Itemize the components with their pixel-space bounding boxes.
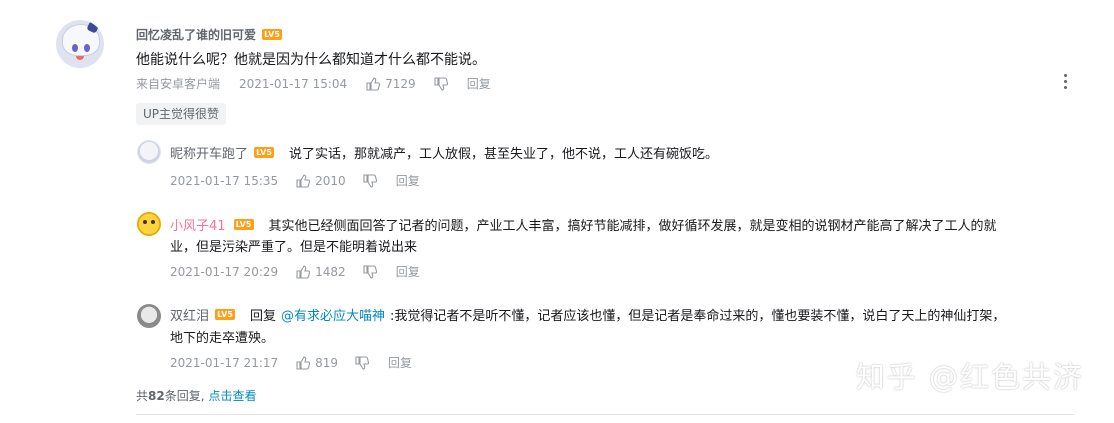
- reply-button[interactable]: 回复: [388, 354, 412, 371]
- like-button[interactable]: 819: [296, 356, 338, 370]
- like-button[interactable]: 2010: [296, 174, 346, 188]
- reply-meta: 2021-01-17 21:17 819 回复: [170, 354, 412, 371]
- username[interactable]: 小风子41: [170, 215, 226, 234]
- dislike-button[interactable]: [434, 76, 453, 91]
- view-more-link[interactable]: 点击查看: [209, 389, 257, 403]
- thumb-up-icon: [296, 173, 311, 188]
- level-badge: LV5: [254, 147, 275, 158]
- reply-header: 昵称开车跑了 LV5 说了实话，那就减产，工人放假，甚至失业了，他不说，工人还有…: [170, 143, 718, 162]
- level-badge: LV5: [262, 29, 283, 40]
- like-count: 7129: [385, 76, 416, 91]
- reply-button[interactable]: 回复: [396, 172, 420, 189]
- up-liked-tag: UP主觉得很赞: [136, 103, 227, 125]
- reply-prefix: 回复: [250, 309, 277, 324]
- like-count: 1482: [315, 264, 346, 279]
- level-badge: LV5: [233, 219, 254, 230]
- divider: [136, 414, 1074, 415]
- like-count: 2010: [315, 173, 346, 188]
- more-options-icon[interactable]: [1064, 74, 1068, 92]
- timestamp: 2021-01-17 15:35: [170, 173, 279, 188]
- thumb-up-icon: [366, 76, 381, 91]
- reply-header: 双红泪 LV5 回复 @有求必应大喵神 :我觉得记者不是听不懂，记者应该也懂，但…: [170, 305, 1005, 324]
- avatar[interactable]: [137, 140, 161, 164]
- reply-text-line1: :我觉得记者不是听不懂，记者应该也懂，但是记者是奉命过来的，懂也要装不懂，说白了…: [390, 309, 1006, 324]
- reply-text: 说了实话，那就减产，工人放假，甚至失业了，他不说，工人还有碗饭吃。: [289, 147, 719, 162]
- reply-count-suffix: 条回复,: [164, 389, 205, 403]
- comment-meta: 来自安卓客户端 2021-01-17 15:04 7129 回复: [136, 75, 491, 92]
- username[interactable]: 双红泪: [170, 305, 209, 324]
- source-label: 来自安卓客户端: [136, 77, 221, 91]
- thumb-down-icon: [363, 264, 377, 279]
- reply-header: 小风子41 LV5 其实他已经侧面回答了记者的问题，产业工人丰富，搞好节能减排，…: [170, 215, 997, 234]
- reply-button[interactable]: 回复: [396, 263, 420, 280]
- reply-count-footer: 共82条回复, 点击查看: [136, 387, 257, 404]
- thumb-down-icon: [355, 355, 370, 370]
- reply-count-prefix: 共: [136, 389, 149, 403]
- root-user-line: 回忆凌乱了谁的旧可爱 LV5: [136, 26, 283, 43]
- watermark: 知乎 @红色共济: [855, 360, 1084, 394]
- like-count: 819: [315, 355, 339, 370]
- avatar[interactable]: [137, 304, 161, 328]
- reply-count: 82: [148, 389, 165, 403]
- mention-link[interactable]: @有求必应大喵神: [281, 305, 385, 324]
- thumb-up-icon: [296, 264, 311, 279]
- timestamp: 2021-01-17 21:17: [170, 355, 279, 370]
- thumb-down-icon: [434, 76, 448, 91]
- reply-button[interactable]: 回复: [467, 75, 491, 92]
- timestamp: 2021-01-17 20:29: [170, 264, 279, 279]
- level-badge: LV5: [215, 309, 236, 320]
- timestamp: 2021-01-17 15:04: [239, 76, 348, 91]
- avatar[interactable]: [56, 20, 104, 68]
- username[interactable]: 昵称开车跑了: [170, 143, 248, 162]
- reply-meta: 2021-01-17 15:35 2010 回复: [170, 172, 420, 189]
- reply-text-line1: 其实他已经侧面回答了记者的问题，产业工人丰富，搞好节能减排，做好循环发展，就是变…: [268, 219, 997, 234]
- comment-text: 他能说什么呢？他就是因为什么都知道才什么都不能说。: [136, 52, 486, 68]
- avatar[interactable]: [137, 212, 161, 236]
- dislike-button[interactable]: [363, 264, 382, 279]
- reply-text-line2: 地下的走卒遭殃。: [170, 331, 275, 346]
- reply-meta: 2021-01-17 20:29 1482 回复: [170, 263, 420, 280]
- thumb-up-icon: [296, 355, 311, 370]
- like-button[interactable]: 7129: [366, 77, 416, 91]
- like-button[interactable]: 1482: [296, 265, 346, 279]
- dislike-button[interactable]: [363, 173, 382, 188]
- dislike-button[interactable]: [355, 355, 374, 370]
- thumb-down-icon: [363, 173, 377, 188]
- username[interactable]: 回忆凌乱了谁的旧可爱: [136, 26, 256, 43]
- reply-text-line2: 业，但是污染严重了。但是不能明着说出来: [170, 240, 418, 255]
